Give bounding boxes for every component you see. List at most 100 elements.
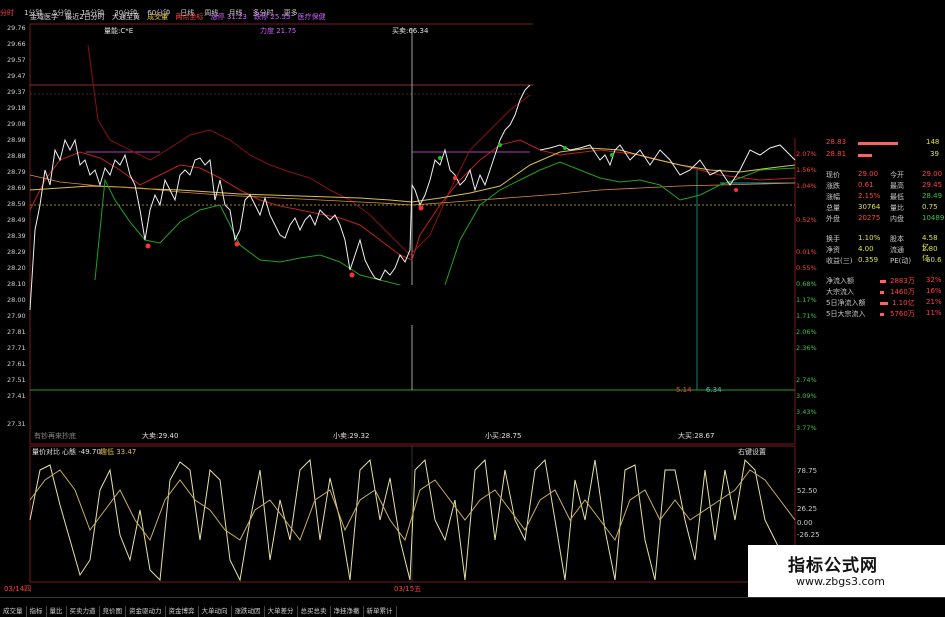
flow-row: 大宗流入 1460万 16%: [824, 287, 944, 298]
stat-value: 30764: [858, 203, 881, 211]
price-tick: 27.90: [7, 312, 26, 320]
signal-dot: [453, 176, 457, 180]
date-label-2: 03/15五: [394, 585, 422, 593]
stat-label: 内盘: [890, 215, 904, 223]
stat-label: 外盘: [826, 215, 840, 223]
bid-bar: [858, 154, 872, 157]
tab-auction[interactable]: 竞价图: [100, 606, 126, 617]
right-percent-axis: 2.07% 1.56% 1.04% 0.52% 0.01% 0.55% 0.68…: [0, 0, 817, 432]
flow-label: 净流入额: [826, 277, 854, 285]
tab-capital-game[interactable]: 资金博弈: [166, 606, 199, 617]
price-tick: 29.76: [7, 24, 26, 32]
pct-tick: 0.52%: [796, 216, 817, 224]
pct-tick: 2.07%: [796, 150, 817, 158]
pct-tick: 3.77%: [796, 424, 817, 432]
osc-tick: 52.50: [797, 487, 818, 495]
price-tick: 28.10: [7, 280, 26, 288]
pct-tick: 2.74%: [796, 376, 817, 384]
stat-value: 1.10%: [858, 234, 881, 242]
flow-bar: [880, 313, 884, 316]
bid-row: 28.81 39: [824, 150, 944, 161]
oscillator-title: 量价对比: [32, 448, 60, 456]
price-tick: 28.59: [7, 200, 26, 208]
price-tick: 29.37: [7, 88, 26, 96]
black-cover-top-right: [533, 0, 945, 138]
green-curve: [94, 161, 796, 301]
stat-row: 净资 4.00 流通 2.80亿: [824, 245, 944, 262]
flow-percent: 11%: [926, 309, 942, 317]
price-tick: 29.66: [7, 40, 26, 48]
tab-new-order-sum[interactable]: 新单累计: [364, 606, 397, 617]
tab-volume-ratio[interactable]: 量比: [47, 606, 67, 617]
right-click-settings[interactable]: 右键设置: [738, 448, 766, 457]
flow-label: 大宗流入: [826, 288, 854, 296]
pct-tick: 3.43%: [796, 408, 817, 416]
stat-value: 2.15%: [858, 192, 881, 200]
stat-row: 现价 29.00 今开 29.00: [824, 170, 944, 181]
tab-big-order-trend[interactable]: 大单动向: [199, 606, 232, 617]
stat-label: PE(动): [890, 257, 912, 265]
signal-dot: [438, 156, 442, 160]
big-sell-label: 大卖:29.40: [142, 432, 179, 440]
stat-label: 最低: [890, 193, 904, 201]
flow-bar: [880, 291, 884, 294]
price-tick: 28.39: [7, 232, 26, 240]
tab-indicator[interactable]: 指标: [27, 606, 47, 617]
stat-value: 10489: [922, 214, 945, 222]
tab-trade-force[interactable]: 买卖力道: [67, 606, 100, 617]
flow-row: 5日大宗流入 5760万 11%: [824, 309, 944, 320]
tab-volume[interactable]: 成交量: [0, 606, 27, 617]
signal-dot: [234, 241, 240, 247]
volume-formula-label: 量能:C*E: [104, 27, 134, 35]
price-tick: 28.49: [7, 216, 26, 224]
cursor-value-2: 5.14: [676, 386, 692, 394]
tab-total-buy-sell[interactable]: 总买总卖: [298, 606, 331, 617]
price-tick: 29.47: [7, 72, 26, 80]
flow-value: 5760万: [890, 310, 915, 318]
signal-dot: [610, 153, 614, 157]
price-tick: 29.18: [7, 104, 26, 112]
flow-percent: 21%: [926, 298, 942, 306]
stat-value: 60.6: [926, 256, 942, 264]
stat-value: 29.45: [922, 181, 943, 189]
stat-row: 总量 30764 量比 0.75: [824, 203, 944, 214]
small-sell-label: 小卖:29.32: [333, 432, 370, 440]
stat-label: 股本: [890, 235, 904, 243]
signal-dot: [145, 243, 151, 249]
watermark-title: 指标公式网: [788, 556, 878, 576]
signal-dot: [734, 188, 738, 192]
tab-big-order-diff[interactable]: 大单差分: [265, 606, 298, 617]
bottom-note: 有钞再来抄底: [34, 432, 76, 440]
stat-row: 外盘 20275 内盘 10489: [824, 214, 944, 225]
pct-tick: 1.71%: [796, 312, 817, 320]
stat-row: 涨跌 0.61 最高 29.45: [824, 181, 944, 192]
tab-capital-drive[interactable]: 资金驱动力: [126, 606, 166, 617]
flow-row: 5日净流入额 1.10亿 21%: [824, 298, 944, 309]
price-tick: 27.41: [7, 392, 26, 400]
osc-tick: 78.75: [797, 467, 818, 475]
dark-red-curve: [87, 44, 531, 256]
force-label: 力度 21.75: [260, 27, 297, 35]
ask-bar: [858, 142, 898, 145]
pct-tick: 0.55%: [796, 264, 817, 272]
tab-net-order[interactable]: 净挂净撤: [331, 606, 364, 617]
stat-label: 最高: [890, 182, 904, 190]
stat-value: 0.359: [858, 256, 879, 264]
stat-value: 0.61: [858, 181, 874, 189]
oscillator-value-2: 趣低 33.47: [100, 448, 137, 456]
indicator-tab-bar: 成交量 指标 量比 买卖力道 竞价图 资金驱动力 资金博弈 大单动向 涨跌动因 大单差分 总买总卖净…: [0, 597, 945, 617]
pct-tick: 1.56%: [796, 166, 817, 174]
price-tick: 28.69: [7, 184, 26, 192]
tab-price-cause[interactable]: 涨跌动因: [232, 606, 265, 617]
price-tick: 28.79: [7, 168, 26, 176]
pct-tick: 1.17%: [796, 296, 817, 304]
stat-label: 流通: [890, 246, 904, 254]
pct-tick: 0.01%: [796, 248, 817, 256]
ask-row: 28.83 148: [824, 138, 944, 149]
stat-value: 29.00: [922, 170, 943, 178]
trade-label: 买卖:66.34: [392, 27, 429, 35]
signal-dot: [563, 146, 567, 150]
stat-label: 涨跌: [826, 182, 840, 190]
price-tick: 27.31: [7, 420, 26, 428]
price-tick: 28.98: [7, 136, 26, 144]
